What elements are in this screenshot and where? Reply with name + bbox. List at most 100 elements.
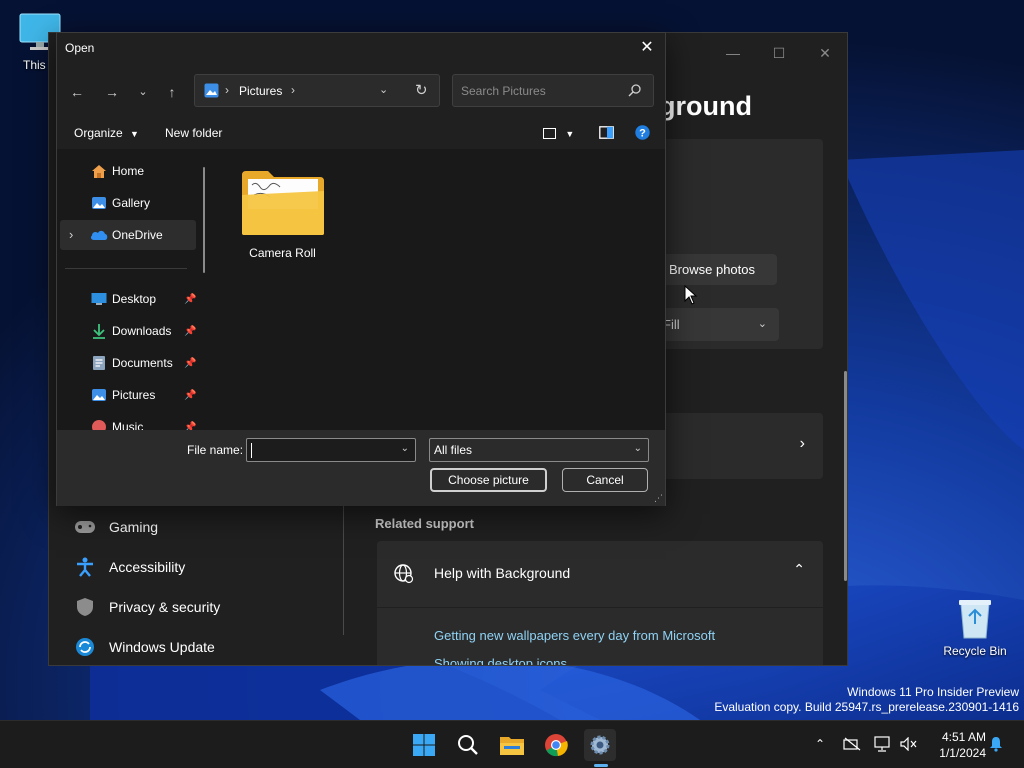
chevron-down-icon: ⌄	[757, 318, 767, 330]
active-app-indicator	[594, 764, 608, 767]
nav-item-label: Gaming	[109, 519, 159, 535]
scrollbar[interactable]	[203, 167, 205, 273]
breadcrumb[interactable]: Pictures	[239, 84, 282, 98]
minimize-button[interactable]: —	[713, 41, 753, 65]
maximize-button[interactable]: ☐	[759, 41, 799, 65]
pane-divider	[343, 501, 344, 635]
tree-item-music[interactable]: Music 📌	[60, 412, 196, 430]
gallery-icon	[90, 194, 108, 212]
evaluation-watermark: Windows 11 Pro Insider Preview Evaluatio…	[714, 685, 1019, 715]
tree-item-downloads[interactable]: Downloads 📌	[60, 316, 196, 346]
help-link[interactable]: Getting new wallpapers every day from Mi…	[434, 628, 715, 643]
chevron-down-icon[interactable]: ⌄	[379, 83, 388, 96]
view-options-button[interactable]: ▼	[543, 126, 574, 140]
network-icon[interactable]	[873, 734, 893, 754]
folder-item-camera-roll[interactable]: Camera Roll	[235, 169, 330, 260]
file-list-pane: Camera Roll	[215, 149, 665, 430]
organize-menu[interactable]: Organize ▼	[74, 126, 139, 140]
organize-label: Organize	[74, 126, 123, 140]
home-icon	[90, 162, 108, 180]
recycle-bin-icon	[953, 596, 997, 640]
tree-item-label: Downloads	[112, 324, 172, 338]
chevron-right-icon: ›	[799, 435, 805, 452]
browse-photos-button[interactable]: Browse photos	[659, 254, 777, 285]
nav-item-label: Accessibility	[109, 559, 186, 575]
desktop-icon-recycle-bin[interactable]: Recycle Bin	[937, 596, 1013, 658]
tree-item-gallery[interactable]: Gallery	[60, 188, 196, 218]
chevron-up-icon[interactable]: ⌃	[810, 734, 830, 754]
refresh-icon[interactable]: ↻	[415, 81, 428, 99]
desktop-icon-label: Recycle Bin	[943, 644, 1007, 658]
tree-item-pictures[interactable]: Pictures 📌	[60, 380, 196, 410]
tree-item-documents[interactable]: Documents 📌	[60, 348, 196, 378]
shield-icon	[73, 596, 97, 618]
chevron-down-icon[interactable]: ⌄	[401, 443, 409, 454]
dialog-title: Open	[65, 41, 95, 55]
pin-icon: 📌	[184, 357, 197, 369]
search-placeholder: Search Pictures	[461, 84, 546, 98]
chevron-down-icon: ⌄	[633, 443, 642, 454]
search-icon[interactable]	[452, 729, 484, 761]
file-name-input[interactable]: ⌄	[246, 438, 416, 462]
settings-row-card[interactable]: ›	[649, 413, 823, 479]
accessibility-icon	[73, 556, 97, 578]
tree-item-desktop[interactable]: Desktop 📌	[60, 284, 196, 314]
volume-muted-icon[interactable]	[899, 734, 919, 754]
dialog-footer: File name: ⌄ All files ⌄ Choose picture …	[57, 430, 665, 506]
network-disconnected-icon[interactable]	[842, 734, 862, 754]
address-bar[interactable]: › Pictures › ⌄ ↻	[194, 74, 440, 107]
close-icon[interactable]: ✕	[635, 37, 659, 59]
tree-divider	[65, 268, 187, 269]
file-type-select[interactable]: All files ⌄	[429, 438, 649, 462]
breadcrumb-separator-icon: ›	[225, 83, 229, 97]
nav-item-privacy[interactable]: Privacy & security	[73, 591, 220, 623]
chevron-up-icon[interactable]: ⌃	[793, 561, 805, 578]
search-icon	[628, 84, 641, 100]
nav-item-accessibility[interactable]: Accessibility	[73, 551, 185, 583]
file-explorer-icon[interactable]	[496, 729, 528, 761]
close-button[interactable]: ✕	[805, 41, 845, 65]
tree-item-home[interactable]: Home	[60, 156, 196, 186]
windows-start-icon[interactable]	[408, 729, 440, 761]
new-folder-button[interactable]: New folder	[165, 126, 222, 140]
pin-icon: 📌	[184, 421, 197, 431]
onedrive-icon	[90, 226, 108, 244]
resize-grip-icon[interactable]: ⋰	[654, 493, 663, 504]
help-with-background-header[interactable]: Help with Background ⌃	[377, 541, 823, 607]
scrollbar[interactable]	[844, 371, 847, 581]
chevron-right-icon[interactable]: ›	[69, 227, 73, 242]
cancel-button[interactable]: Cancel	[562, 468, 648, 492]
tree-item-label: Desktop	[112, 292, 157, 306]
nav-item-gaming[interactable]: Gaming	[73, 511, 158, 543]
tree-item-label: Pictures	[112, 388, 156, 402]
back-arrow-icon[interactable]: ←	[65, 81, 89, 103]
watermark-line-2: Evaluation copy. Build 25947.rs_prerelea…	[714, 700, 1019, 714]
page-title: ground	[659, 91, 752, 121]
svg-text:?: ?	[639, 128, 646, 140]
related-support-heading: Related support	[375, 516, 474, 531]
search-box[interactable]: Search Pictures	[452, 74, 654, 107]
nav-item-label: Windows Update	[109, 639, 215, 655]
nav-item-windows-update[interactable]: Windows Update	[73, 631, 215, 663]
tree-item-label: Home	[112, 164, 145, 178]
notification-bell-icon[interactable]	[986, 734, 1006, 754]
file-type-value: All files	[434, 443, 473, 457]
tree-item-onedrive[interactable]: › OneDrive	[60, 220, 196, 250]
clock-time: 4:51 AM	[941, 730, 986, 744]
choose-picture-button[interactable]: Choose picture	[430, 468, 547, 492]
help-icon[interactable]: ?	[635, 125, 650, 143]
help-link[interactable]: Showing desktop icons	[434, 656, 567, 665]
taskbar: ⌃ 4:51 AM 1/1/2024	[0, 720, 1024, 768]
chevron-down-icon: ▼	[565, 129, 575, 139]
file-name-label: File name:	[187, 443, 244, 457]
clock[interactable]: 4:51 AM 1/1/2024	[926, 729, 986, 761]
chrome-icon[interactable]	[540, 729, 572, 761]
fit-dropdown[interactable]: Fill ⌄	[659, 308, 779, 341]
forward-arrow-icon[interactable]: →	[100, 81, 124, 103]
preview-pane-icon[interactable]	[599, 126, 614, 142]
settings-gear-icon[interactable]	[584, 729, 616, 761]
recent-locations-chevron-icon[interactable]: ⌄	[131, 81, 155, 103]
desktop-icon	[90, 290, 108, 308]
nav-item-label: Privacy & security	[109, 599, 221, 615]
up-arrow-icon[interactable]: ↑	[160, 81, 184, 103]
